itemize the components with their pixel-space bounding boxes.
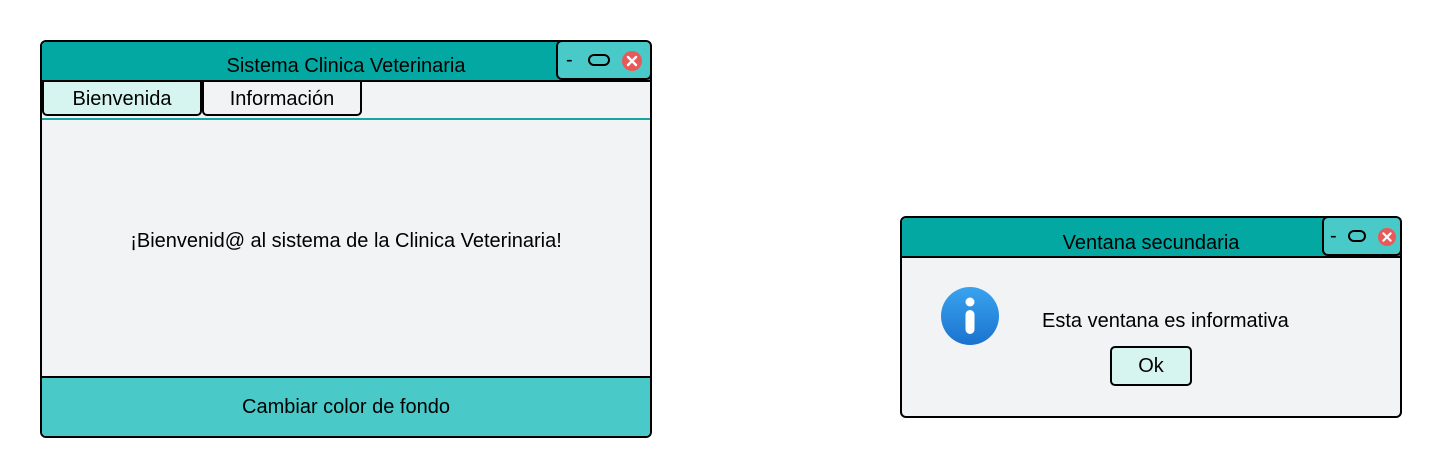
maximize-button[interactable] xyxy=(1348,230,1366,242)
main-title-bar[interactable]: Sistema Clinica Veterinaria - xyxy=(42,42,650,82)
desktop: Sistema Clinica Veterinaria - Bienvenida… xyxy=(0,0,1440,476)
change-background-button[interactable]: Cambiar color de fondo xyxy=(42,376,650,436)
maximize-button[interactable] xyxy=(588,54,610,66)
welcome-message: ¡Bienvenid@ al sistema de la Clinica Vet… xyxy=(130,230,562,252)
close-icon[interactable] xyxy=(1378,228,1396,246)
minimize-button[interactable]: - xyxy=(566,50,573,70)
minimize-button[interactable]: - xyxy=(1330,226,1337,246)
secondary-window: Ventana secundaria - Esta ventana es inf… xyxy=(900,216,1402,418)
tab-informacion[interactable]: Información xyxy=(202,82,362,116)
tab-strip: Bienvenida Información xyxy=(42,82,650,120)
close-icon[interactable] xyxy=(622,51,642,71)
info-icon xyxy=(941,287,999,345)
info-message: Esta ventana es informativa xyxy=(1042,310,1289,332)
main-window-controls: - xyxy=(556,42,650,80)
tab-bienvenida[interactable]: Bienvenida xyxy=(42,82,202,116)
secondary-window-controls: - xyxy=(1322,218,1400,256)
main-window: Sistema Clinica Veterinaria - Bienvenida… xyxy=(40,40,652,438)
ok-button[interactable]: Ok xyxy=(1110,346,1192,386)
secondary-title-bar[interactable]: Ventana secundaria - xyxy=(902,218,1400,258)
